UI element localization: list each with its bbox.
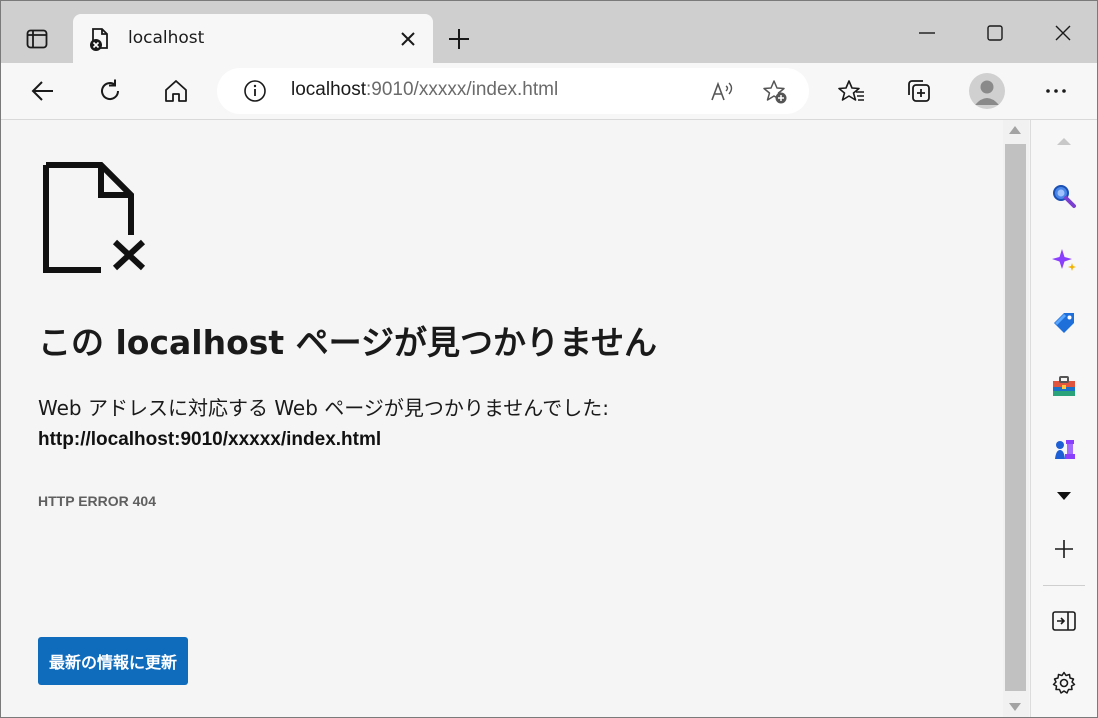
add-icon[interactable] — [1049, 534, 1079, 564]
more-down-icon[interactable] — [1049, 481, 1079, 511]
title-bar: localhost — [1, 1, 1097, 63]
close-tab-icon[interactable] — [397, 28, 419, 50]
scroll-up-arrow-icon[interactable] — [1009, 126, 1021, 134]
add-favorite-icon[interactable] — [761, 78, 789, 106]
url-host: localhost — [291, 79, 366, 100]
search-icon[interactable] — [1049, 181, 1079, 211]
hide-sidebar-icon[interactable] — [1049, 606, 1079, 636]
error-description: Web アドレスに対応する Web ページが見つかりませんでした: — [38, 396, 610, 420]
maximize-icon[interactable] — [981, 19, 1009, 47]
browser-window: localhost localhost:9010/xxxxx/index.htm… — [0, 0, 1098, 718]
sidebar-scroll-up-icon[interactable] — [1049, 126, 1079, 156]
sidebar-divider — [1043, 585, 1085, 586]
info-icon[interactable] — [243, 79, 267, 103]
reload-button[interactable]: 最新の情報に更新 — [38, 637, 188, 685]
games-chess-icon[interactable] — [1049, 434, 1079, 464]
page-not-found-icon — [41, 160, 151, 275]
tab-title: localhost — [128, 28, 205, 48]
address-url[interactable]: localhost:9010/xxxxx/index.html — [291, 79, 558, 101]
error-code: HTTP ERROR 404 — [38, 493, 156, 509]
close-window-icon[interactable] — [1049, 19, 1077, 47]
settings-gear-icon[interactable] — [1049, 668, 1079, 698]
scroll-down-arrow-icon[interactable] — [1009, 703, 1021, 711]
home-icon[interactable] — [161, 76, 191, 106]
scroll-thumb[interactable] — [1005, 144, 1026, 691]
profile-avatar[interactable] — [969, 73, 1005, 109]
back-icon[interactable] — [28, 76, 58, 106]
read-aloud-icon[interactable] — [709, 78, 737, 106]
tab-actions-icon[interactable] — [17, 19, 57, 59]
tab-localhost[interactable]: localhost — [73, 14, 433, 63]
refresh-icon[interactable] — [95, 76, 125, 106]
new-tab-icon[interactable] — [445, 25, 473, 53]
error-url: http://localhost:9010/xxxxx/index.html — [38, 429, 382, 450]
edge-sidebar — [1030, 120, 1097, 717]
favorites-icon[interactable] — [837, 76, 867, 106]
minimize-icon[interactable] — [913, 19, 941, 47]
copilot-sparkle-icon[interactable] — [1049, 245, 1079, 275]
more-options-icon[interactable] — [1041, 76, 1071, 106]
tools-briefcase-icon[interactable] — [1049, 371, 1079, 401]
collections-icon[interactable] — [904, 76, 934, 106]
shopping-tag-icon[interactable] — [1049, 308, 1079, 338]
error-heading: この localhost ページが見つかりません — [38, 323, 658, 362]
page-content: この localhost ページが見つかりません Web アドレスに対応する W… — [1, 120, 1001, 717]
url-path: :9010/xxxxx/index.html — [366, 79, 559, 100]
page-error-icon — [87, 26, 113, 52]
address-bar[interactable]: localhost:9010/xxxxx/index.html — [217, 68, 809, 114]
vertical-scrollbar[interactable] — [1003, 120, 1029, 717]
toolbar: localhost:9010/xxxxx/index.html — [1, 63, 1097, 120]
